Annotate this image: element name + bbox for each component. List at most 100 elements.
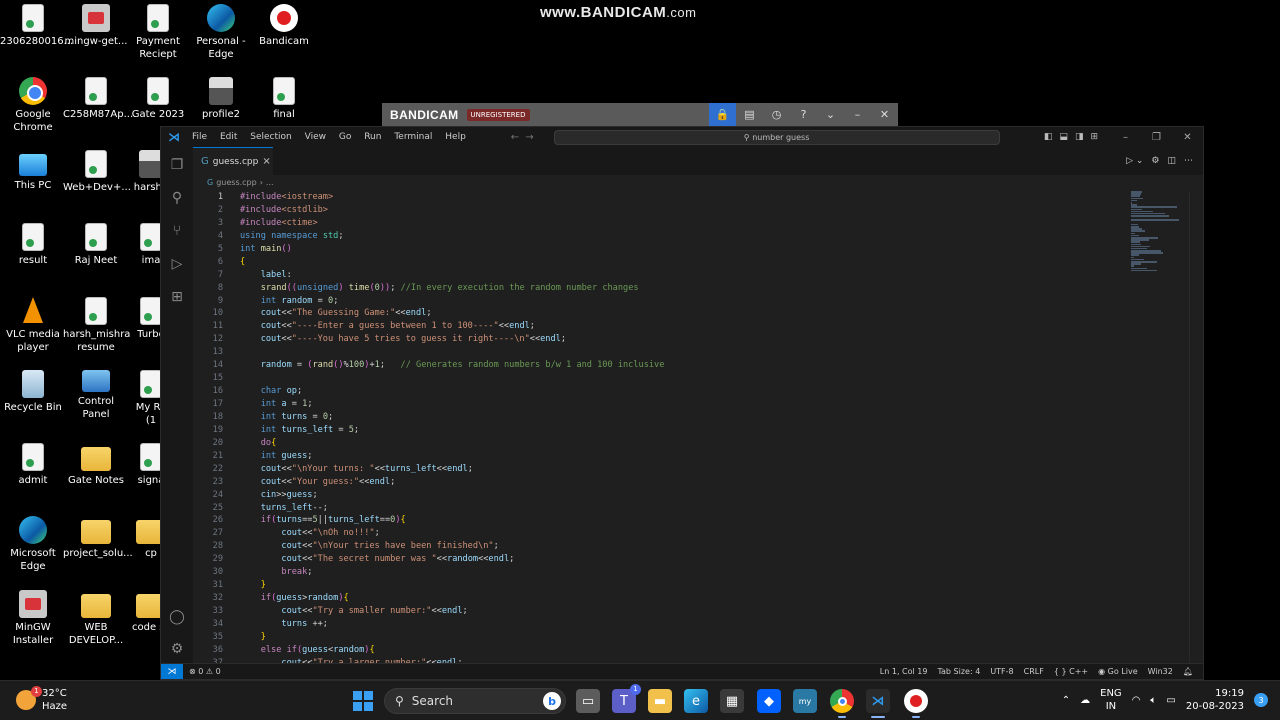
breadcrumb-file[interactable]: guess.cpp — [216, 178, 257, 187]
desktop-icon[interactable]: C258M87Ap... — [63, 77, 133, 121]
toggle-panel-icon[interactable]: ⬓ — [1059, 132, 1068, 142]
menu-terminal[interactable]: Terminal — [394, 132, 432, 142]
desktop-icon[interactable]: project_solu... — [63, 516, 133, 560]
code-line[interactable]: 32 if(guess>random){ — [193, 592, 1133, 605]
menu-selection[interactable]: Selection — [250, 132, 291, 142]
show-hidden-icons-icon[interactable]: ⌃ — [1062, 695, 1070, 706]
code-line[interactable]: 23 cout<<"Your guess:"<<endl; — [193, 476, 1133, 489]
more-actions-icon[interactable]: ⋯ — [1184, 156, 1193, 166]
code-line[interactable]: 36 else if(guess<random){ — [193, 644, 1133, 657]
source-control-icon[interactable]: ⑂ — [169, 223, 185, 239]
cursor-position[interactable]: Ln 1, Col 19 — [880, 667, 928, 676]
clock[interactable]: 19:19 20-08-2023 — [1186, 687, 1244, 713]
back-arrow-icon[interactable]: ← — [511, 132, 525, 143]
desktop-icon[interactable]: harsh_mishra resume — [63, 297, 130, 354]
go-live-button[interactable]: ◉ Go Live — [1098, 667, 1138, 676]
desktop-icon[interactable]: Microsoft Edge — [0, 516, 66, 573]
settings-gear-icon[interactable]: ⚙ — [169, 641, 185, 657]
desktop-icon[interactable]: Recycle Bin — [0, 370, 66, 414]
desktop-icon[interactable]: Payment Reciept — [125, 4, 191, 61]
code-line[interactable]: 25 turns_left--; — [193, 502, 1133, 515]
desktop-icon[interactable]: Control Panel — [63, 370, 129, 421]
file-explorer-icon[interactable]: ▬ — [648, 689, 672, 713]
desktop-icon[interactable]: Bandicam — [251, 4, 317, 48]
split-editor-icon[interactable]: ◫ — [1167, 156, 1176, 166]
code-line[interactable]: 7 label: — [193, 269, 1133, 282]
extensions-icon[interactable]: ⊞ — [169, 289, 185, 305]
code-line[interactable]: 13 — [193, 346, 1133, 359]
run-debug-icon[interactable]: ▷ — [169, 256, 185, 272]
code-line[interactable]: 11 cout<<"----Enter a guess between 1 to… — [193, 320, 1133, 333]
mysql-icon[interactable]: my — [793, 689, 817, 713]
dropbox-icon[interactable]: ◆ — [757, 689, 781, 713]
code-line[interactable]: 9 int random = 0; — [193, 295, 1133, 308]
code-line[interactable]: 22 cout<<"\nYour turns: "<<turns_left<<e… — [193, 463, 1133, 476]
start-button[interactable] — [353, 691, 373, 711]
notification-badge[interactable]: 3 — [1254, 693, 1268, 707]
microsoft-store-icon[interactable]: ▦ — [720, 689, 744, 713]
code-line[interactable]: 19 int turns_left = 5; — [193, 424, 1133, 437]
bing-icon[interactable]: b — [543, 692, 561, 710]
help-icon[interactable]: ? — [790, 103, 817, 126]
onedrive-cloud-icon[interactable]: ☁ — [1080, 695, 1090, 706]
tab-guess-cpp[interactable]: G guess.cpp × — [193, 147, 273, 175]
code-line[interactable]: 4 using namespace std; — [193, 230, 1133, 243]
run-code-icon[interactable]: ▷ ⌄ — [1126, 156, 1143, 166]
desktop-icon[interactable]: result — [0, 223, 66, 267]
timer-icon[interactable]: ◷ — [763, 103, 790, 126]
tab-size[interactable]: Tab Size: 4 — [937, 667, 980, 676]
vscode-icon[interactable]: ⋊ — [866, 689, 890, 718]
menu-help[interactable]: Help — [445, 132, 466, 142]
code-line[interactable]: 34 turns ++; — [193, 618, 1133, 631]
folder-icon[interactable]: ▤ — [736, 103, 763, 126]
code-line[interactable]: 20 do{ — [193, 437, 1133, 450]
desktop-icon[interactable]: Gate 2023 — [125, 77, 191, 121]
desktop-icon[interactable]: Web+Dev+... — [63, 150, 131, 194]
code-line[interactable]: 26 if(turns==5||turns_left==0){ — [193, 514, 1133, 527]
tab-close-icon[interactable]: × — [262, 156, 270, 167]
window-close-icon[interactable]: ✕ — [1172, 132, 1203, 143]
task-view-icon[interactable]: ▭ — [576, 689, 600, 713]
code-line[interactable]: 16 char op; — [193, 385, 1133, 398]
menu-edit[interactable]: Edit — [220, 132, 237, 142]
code-line[interactable]: 8 srand((unsigned) time(0)); //In every … — [193, 282, 1133, 295]
code-line[interactable]: 33 cout<<"Try a smaller number:"<<endl; — [193, 605, 1133, 618]
chrome-icon[interactable] — [830, 689, 854, 718]
search-icon[interactable]: ⚲ — [169, 190, 185, 206]
window-restore-icon[interactable]: ❐ — [1141, 132, 1172, 143]
platform[interactable]: Win32 — [1148, 667, 1173, 676]
customize-layout-icon[interactable]: ⊞ — [1090, 132, 1098, 142]
volume-icon[interactable]: 🔈︎ — [1150, 695, 1156, 706]
forward-arrow-icon[interactable]: → — [525, 132, 539, 143]
code-line[interactable]: 31 } — [193, 579, 1133, 592]
code-line[interactable]: 2 #include<cstdlib> — [193, 204, 1133, 217]
collapse-icon[interactable]: ⌄ — [817, 103, 844, 126]
code-line[interactable]: 14 random = (rand()%100)+1; // Generates… — [193, 359, 1133, 372]
code-line[interactable]: 18 int turns = 0; — [193, 411, 1133, 424]
code-editor[interactable]: 1 #include<iostream> 2 #include<cstdlib> 3 #i… — [193, 191, 1133, 663]
taskbar-search[interactable]: ⚲ Search b — [384, 688, 566, 714]
code-line[interactable]: 28 cout<<"\nYour tries have been finishe… — [193, 540, 1133, 553]
wifi-icon[interactable]: ◠ — [1132, 695, 1141, 706]
desktop-icon[interactable]: Gate Notes — [63, 443, 129, 487]
code-line[interactable]: 3 #include<ctime> — [193, 217, 1133, 230]
desktop-icon[interactable]: WEB DEVELOP... — [63, 590, 129, 647]
settings-icon[interactable]: ⚙ — [1151, 156, 1159, 166]
desktop-icon[interactable]: 2306280016... — [0, 4, 73, 48]
desktop-icon[interactable]: Personal - Edge — [188, 4, 254, 61]
desktop-icon[interactable]: This PC — [0, 150, 66, 192]
code-line[interactable]: 29 cout<<"The secret number was "<<rando… — [193, 553, 1133, 566]
menu-go[interactable]: Go — [339, 132, 351, 142]
menu-view[interactable]: View — [305, 132, 326, 142]
code-line[interactable]: 10 cout<<"The Guessing Game:"<<endl; — [193, 307, 1133, 320]
breadcrumb-symbol[interactable]: ... — [266, 178, 274, 187]
toggle-sidebar-icon[interactable]: ◧ — [1044, 132, 1053, 142]
code-line[interactable]: 24 cin>>guess; — [193, 489, 1133, 502]
problems-indicator[interactable]: ⊗ 0 ⚠ 0 — [189, 667, 221, 676]
desktop-icon[interactable]: Google Chrome — [0, 77, 66, 134]
command-center[interactable]: ⚲ number guess — [553, 129, 1000, 145]
code-line[interactable]: 27 cout<<"\nOh no!!!"; — [193, 527, 1133, 540]
explorer-icon[interactable]: ❐ — [169, 157, 185, 173]
toggle-secondary-sidebar-icon[interactable]: ◨ — [1075, 132, 1084, 142]
code-line[interactable]: 12 cout<<"----You have 5 tries to guess … — [193, 333, 1133, 346]
